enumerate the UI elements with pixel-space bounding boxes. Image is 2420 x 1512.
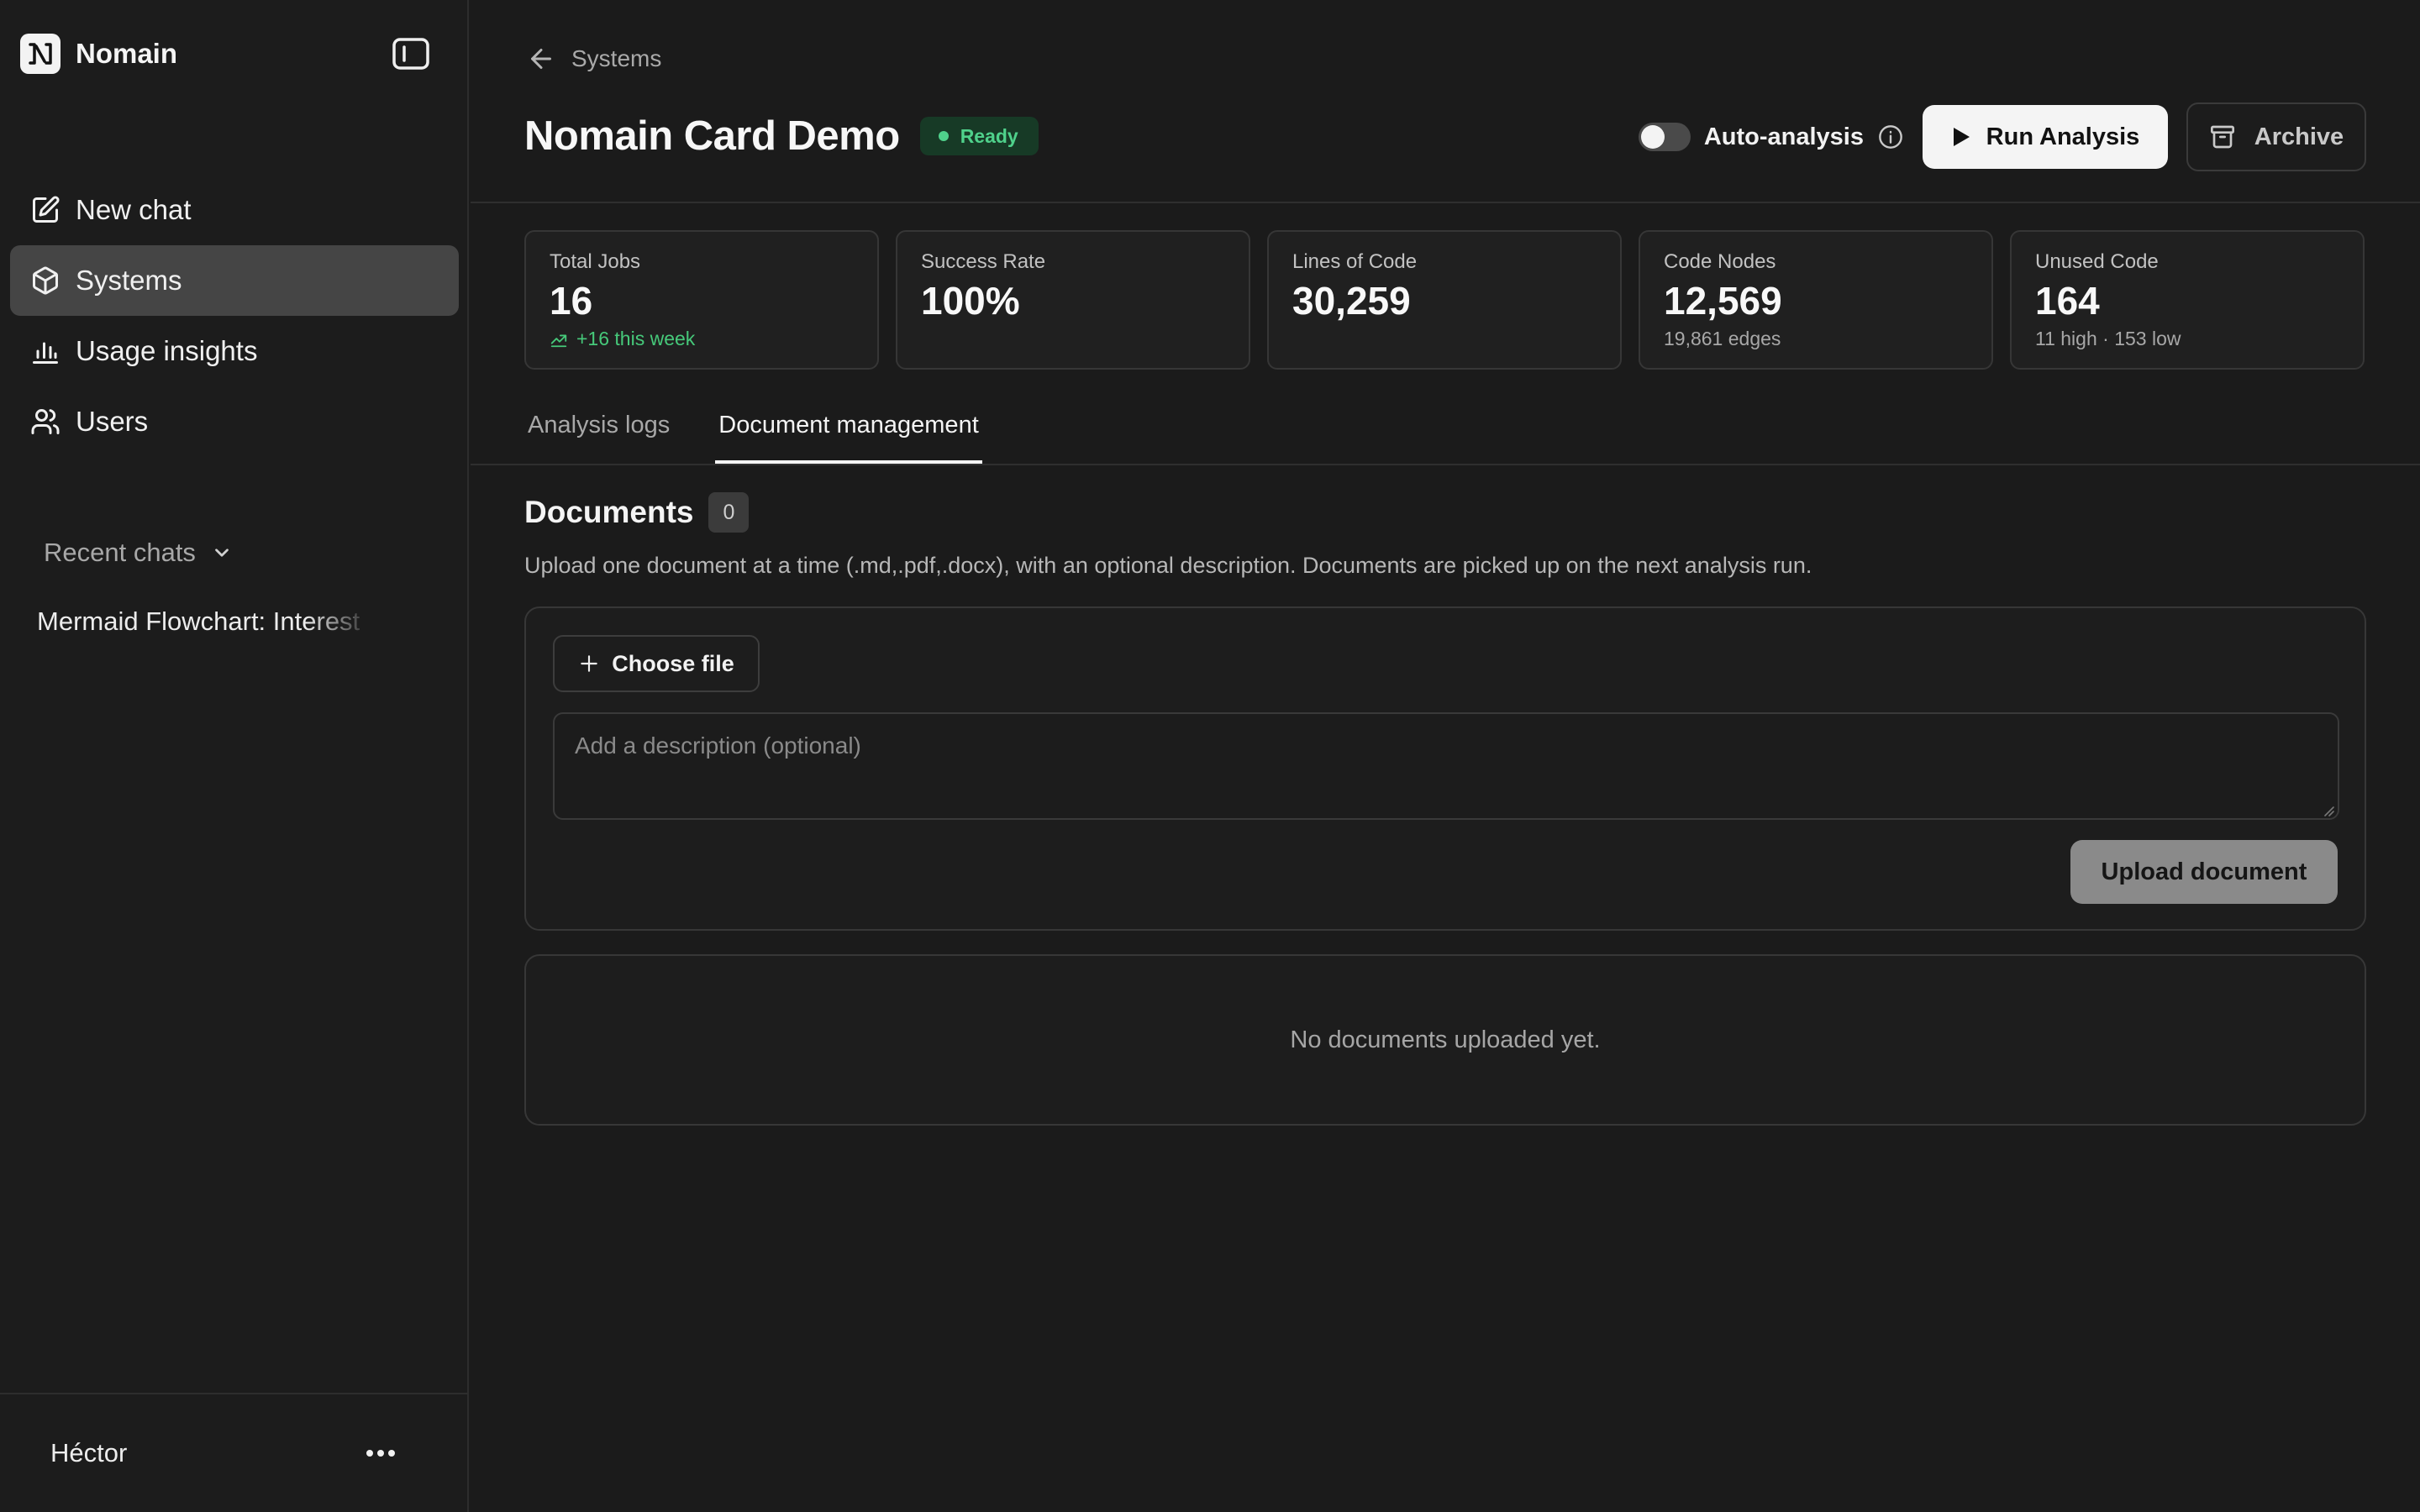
bar-chart-icon [27, 333, 64, 370]
chevron-down-icon [211, 542, 233, 564]
divider [471, 202, 2420, 203]
nomain-logo-icon [20, 34, 60, 74]
sidebar-item-label: Systems [76, 265, 182, 296]
documents-header: Documents 0 [524, 492, 750, 533]
stat-value: 16 [550, 279, 593, 323]
page-title: Nomain Card Demo [524, 113, 900, 159]
documents-title: Documents [524, 495, 694, 529]
empty-state-text: No documents uploaded yet. [1290, 1026, 1601, 1053]
user-name[interactable]: Héctor [50, 1438, 127, 1468]
archive-button[interactable]: Archive [2186, 102, 2366, 171]
status-dot-icon [938, 131, 949, 141]
sidebar-toggle-icon[interactable] [390, 35, 432, 72]
stat-label: Code Nodes [1664, 250, 1776, 273]
sidebar-item-users[interactable]: Users [10, 386, 459, 457]
upload-document-button[interactable]: Upload document [2070, 840, 2338, 904]
brand[interactable]: Nomain [20, 34, 177, 74]
users-icon [27, 403, 64, 440]
divider [471, 464, 2420, 465]
breadcrumb[interactable]: Systems [526, 44, 661, 74]
header-actions: Auto-analysis Run Analysis Archive [1638, 102, 2366, 171]
sidebar-item-usage-insights[interactable]: Usage insights [10, 316, 459, 386]
tab-document-management[interactable]: Document management [715, 407, 982, 464]
page-header: Nomain Card Demo Ready [524, 113, 1039, 160]
upload-panel: Choose file Upload document [524, 606, 2366, 931]
stat-card-lines-of-code: Lines of Code 30,259 [1267, 230, 1622, 370]
run-analysis-label: Run Analysis [1986, 123, 2140, 150]
sidebar: Nomain New chat Systems Usage insights U… [0, 0, 469, 1512]
stat-sub: 11 high · 153 low [2035, 328, 2181, 349]
info-icon[interactable] [1877, 123, 1904, 150]
stat-trend: +16 this week [550, 328, 854, 350]
stat-card-unused-code: Unused Code 164 11 high · 153 low [2010, 230, 2365, 370]
stat-label: Success Rate [921, 250, 1046, 273]
auto-analysis-toggle[interactable] [1638, 123, 1691, 151]
play-icon [1951, 126, 1971, 148]
stat-label: Unused Code [2035, 250, 2159, 273]
status-badge: Ready [919, 117, 1039, 155]
sidebar-item-label: Users [76, 406, 149, 437]
edit-icon [27, 192, 64, 228]
archive-label: Archive [2254, 123, 2344, 150]
sidebar-item-label: Usage insights [76, 335, 258, 366]
stat-sub: 19,861 edges [1664, 328, 1781, 349]
documents-list: No documents uploaded yet. [524, 954, 2366, 1126]
sidebar-nav: New chat Systems Usage insights Users [10, 175, 459, 457]
user-menu: Héctor [0, 1393, 467, 1512]
plus-icon [578, 653, 600, 675]
main-content: Systems Nomain Card Demo Ready Auto-anal… [471, 0, 2420, 1512]
stat-card-code-nodes: Code Nodes 12,569 19,861 edges [1639, 230, 1993, 370]
status-label: Ready [960, 124, 1018, 147]
toggle-knob [1640, 125, 1665, 149]
cube-icon [27, 262, 64, 299]
sidebar-item-systems[interactable]: Systems [10, 245, 459, 316]
choose-file-label: Choose file [612, 650, 734, 676]
arrow-left-icon[interactable] [526, 44, 556, 74]
archive-icon [2209, 123, 2236, 150]
run-analysis-button[interactable]: Run Analysis [1923, 105, 2168, 169]
stat-card-success-rate: Success Rate 100% [896, 230, 1250, 370]
stats-row: Total Jobs 16 +16 this week Success Rate… [524, 230, 2365, 370]
sidebar-item-new-chat[interactable]: New chat [10, 175, 459, 245]
tab-bar: Analysis logs Document management [524, 407, 1024, 464]
recent-chat-item[interactable]: Mermaid Flowchart: Interest [37, 606, 373, 648]
resize-handle-icon[interactable] [2321, 803, 2334, 816]
auto-analysis-label: Auto-analysis [1703, 123, 1864, 150]
documents-description: Upload one document at a time (.md,.pdf,… [524, 553, 1812, 578]
stat-label: Lines of Code [1292, 250, 1418, 273]
stat-value: 12,569 [1664, 279, 1782, 323]
recent-chats-toggle[interactable]: Recent chats [44, 538, 233, 568]
more-options-icon[interactable] [360, 1438, 402, 1468]
stat-value: 164 [2035, 279, 2100, 323]
documents-count-badge: 0 [708, 492, 750, 533]
breadcrumb-label[interactable]: Systems [571, 45, 661, 72]
recent-chats-label: Recent chats [44, 538, 196, 567]
app-name: Nomain [76, 38, 178, 69]
stat-value: 100% [921, 279, 1020, 323]
stat-sub: +16 this week [576, 328, 696, 349]
tab-analysis-logs[interactable]: Analysis logs [524, 407, 673, 464]
sidebar-item-label: New chat [76, 194, 192, 225]
stat-value: 30,259 [1292, 279, 1411, 323]
stat-card-total-jobs: Total Jobs 16 +16 this week [524, 230, 879, 370]
stat-label: Total Jobs [550, 250, 641, 273]
choose-file-button[interactable]: Choose file [553, 635, 760, 692]
description-field[interactable] [553, 712, 2339, 820]
trending-up-icon [550, 330, 568, 349]
